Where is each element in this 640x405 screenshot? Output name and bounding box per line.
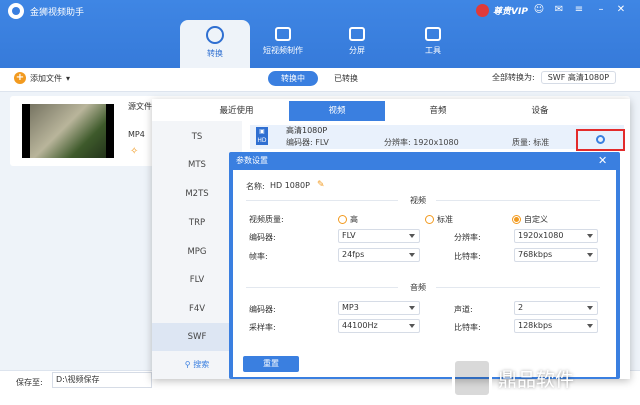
video-encoder-select[interactable]: FLV — [338, 229, 420, 243]
dialog-title: 参数设置 — [236, 156, 268, 165]
plus-icon: + — [14, 72, 26, 84]
audio-encoder-select[interactable]: MP3 — [338, 301, 420, 315]
search-icon: ⚲ — [184, 360, 194, 369]
tab-split-screen[interactable]: 分屏 — [322, 22, 392, 66]
radio-selected-icon — [512, 215, 521, 224]
split-icon — [349, 27, 365, 41]
name-label: 名称: — [246, 182, 265, 191]
convert-icon — [206, 26, 224, 44]
menu-icon[interactable]: ≡ — [572, 3, 586, 17]
resolution-select[interactable]: 1920x1080 — [514, 229, 598, 243]
radio-icon — [338, 215, 347, 224]
convert-all-select[interactable]: 全部转换为: SWF 高清1080P — [492, 71, 617, 84]
tab-tools[interactable]: 工具 — [398, 22, 468, 66]
close-icon[interactable]: ✕ — [598, 154, 607, 167]
quality-high[interactable]: 高 — [338, 214, 358, 225]
converting-tab[interactable]: 转换中 — [268, 71, 318, 86]
tab-label: 分屏 — [349, 46, 365, 55]
source-label: 源文件 — [128, 102, 152, 111]
vip-label: 尊贵VIP — [493, 6, 528, 17]
divider — [246, 287, 398, 288]
tab-convert[interactable]: 转换 — [180, 20, 250, 70]
pencil-icon[interactable]: ✎ — [317, 180, 325, 190]
format-item[interactable]: TS — [152, 123, 242, 151]
tab-label: 转换 — [207, 49, 223, 58]
convert-all-label: 全部转换为: — [492, 73, 535, 82]
reset-button[interactable]: 重置 — [243, 356, 299, 372]
watermark: 鼎品软件 — [452, 358, 574, 398]
save-label: 保存至: — [16, 378, 43, 387]
close-icon[interactable]: ✕ — [614, 3, 628, 17]
video-thumbnail[interactable] — [22, 104, 114, 158]
app-title: 金狮视频助手 — [30, 8, 85, 18]
divider — [436, 287, 600, 288]
radio-label: 标准 — [437, 215, 453, 224]
radio-label: 高 — [350, 215, 358, 224]
samplerate-label: 采样率: — [249, 323, 276, 332]
watermark-text: 鼎品软件 — [498, 368, 575, 391]
hd-badge-icon: ▣ HD — [256, 127, 268, 145]
save-path-input[interactable]: D:\视频保存 — [52, 372, 152, 388]
channel-label: 声道: — [454, 305, 473, 314]
video-bitrate-label: 比特率: — [454, 252, 481, 261]
quality-standard[interactable]: 标准 — [425, 214, 453, 225]
audio-section-title: 音频 — [410, 283, 426, 292]
app-logo-icon — [8, 3, 24, 19]
vip-icon — [476, 3, 489, 17]
message-icon[interactable]: ✉ — [552, 3, 566, 17]
preset-quality: 质量: 标准 — [512, 138, 550, 147]
watermark-logo-icon — [452, 358, 492, 398]
tab-video[interactable]: 视频 — [289, 101, 385, 121]
divider — [436, 200, 600, 201]
tab-audio[interactable]: 音频 — [390, 101, 486, 121]
audio-bitrate-select[interactable]: 128kbps — [514, 319, 598, 333]
quality-label: 视频质量: — [249, 215, 284, 224]
fps-label: 帧率: — [249, 252, 268, 261]
tab-short-video[interactable]: 短视频制作 — [248, 22, 318, 66]
fps-select[interactable]: 24fps — [338, 248, 420, 262]
tab-recent[interactable]: 最近使用 — [189, 101, 284, 121]
samplerate-select[interactable]: 44100Hz — [338, 319, 420, 333]
file-format: MP4 — [128, 130, 145, 139]
audio-encoder-label: 编码器: — [249, 305, 276, 314]
video-encoder-label: 编码器: — [249, 233, 276, 242]
add-file-label: 添加文件 — [30, 73, 62, 83]
resolution-label: 分辨率: — [454, 233, 481, 242]
chevron-down-icon: ▾ — [66, 73, 71, 83]
preset-resolution: 分辨率: 1920x1080 — [384, 138, 459, 147]
tab-label: 工具 — [425, 46, 441, 55]
video-section-title: 视频 — [410, 196, 426, 205]
divider — [246, 200, 398, 201]
name-value: HD 1080P — [270, 181, 310, 190]
user-icon[interactable]: ☺ — [532, 3, 546, 17]
gear-icon[interactable] — [596, 135, 605, 144]
magic-icon[interactable]: ✧ — [130, 146, 138, 157]
converted-tab[interactable]: 已转换 — [322, 71, 370, 86]
tab-device[interactable]: 设备 — [492, 101, 588, 121]
image-icon — [275, 27, 291, 41]
search-label: 搜索 — [193, 360, 210, 369]
preset-title: 高清1080P — [286, 126, 328, 135]
toolbox-icon — [425, 27, 441, 41]
vip-badge[interactable]: 尊贵VIP — [474, 3, 534, 17]
video-bitrate-select[interactable]: 768kbps — [514, 248, 598, 262]
preset-encoder: 编码器: FLV — [286, 138, 329, 147]
channel-select[interactable]: 2 — [514, 301, 598, 315]
convert-all-value[interactable]: SWF 高清1080P — [540, 71, 617, 84]
add-file-button[interactable]: + 添加文件 ▾ — [14, 72, 70, 84]
quality-custom[interactable]: 自定义 — [512, 214, 548, 225]
audio-bitrate-label: 比特率: — [454, 323, 481, 332]
radio-label: 自定义 — [524, 215, 548, 224]
radio-icon — [425, 215, 434, 224]
minimize-icon[interactable]: – — [594, 3, 608, 17]
tab-label: 短视频制作 — [263, 46, 303, 55]
